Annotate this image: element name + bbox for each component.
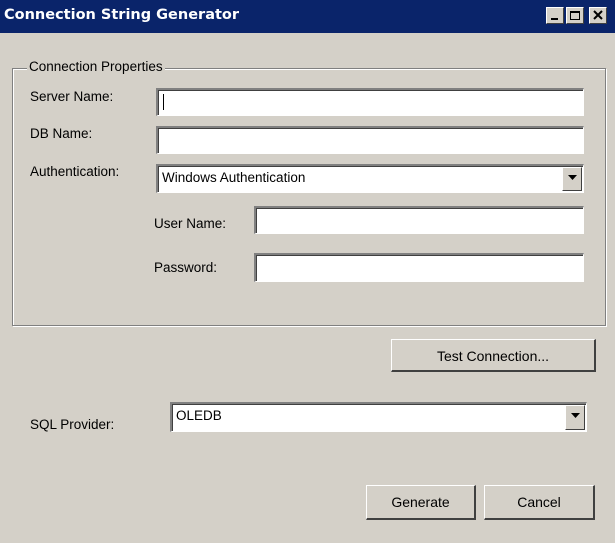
maximize-button[interactable]	[566, 7, 584, 24]
test-connection-button[interactable]: Test Connection...	[391, 339, 596, 372]
minimize-button[interactable]	[546, 7, 564, 24]
maximize-icon	[570, 11, 580, 20]
server-name-label: Server Name:	[30, 89, 114, 104]
authentication-select[interactable]: Windows Authentication	[156, 164, 584, 193]
connection-properties-legend: Connection Properties	[27, 59, 165, 74]
password-input[interactable]	[254, 253, 584, 282]
cancel-button[interactable]: Cancel	[484, 485, 595, 520]
password-label: Password:	[154, 260, 218, 275]
generate-button[interactable]: Generate	[366, 485, 476, 520]
generate-label: Generate	[391, 494, 450, 510]
authentication-label: Authentication:	[30, 164, 120, 179]
title-bar[interactable]: Connection String Generator	[0, 0, 615, 33]
db-name-input[interactable]	[156, 126, 584, 154]
sql-provider-label: SQL Provider:	[30, 417, 115, 432]
db-name-label: DB Name:	[30, 126, 93, 141]
chevron-down-icon	[571, 413, 580, 418]
sql-provider-selected-value: OLEDB	[176, 408, 222, 423]
connection-string-generator-window: Connection String Generator Connection P…	[0, 0, 615, 543]
server-name-input[interactable]	[156, 88, 584, 116]
cancel-label: Cancel	[517, 494, 561, 510]
authentication-dropdown-button[interactable]	[562, 167, 582, 191]
text-caret	[163, 94, 164, 110]
chevron-down-icon	[568, 175, 577, 180]
window-title: Connection String Generator	[4, 7, 240, 23]
user-name-label: User Name:	[154, 216, 227, 231]
sql-provider-dropdown-button[interactable]	[565, 405, 585, 430]
test-connection-label: Test Connection...	[436, 348, 550, 364]
authentication-selected-value: Windows Authentication	[162, 170, 306, 185]
sql-provider-select[interactable]: OLEDB	[170, 402, 587, 432]
close-icon	[593, 10, 603, 20]
user-name-input[interactable]	[254, 206, 584, 234]
close-button[interactable]	[589, 7, 607, 24]
minimize-icon	[551, 18, 558, 20]
